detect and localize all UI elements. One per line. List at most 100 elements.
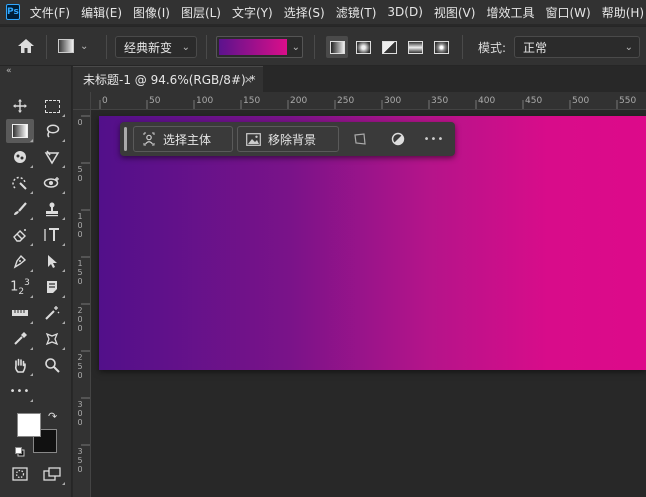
options-bar: ⌄ 经典新变 ⌄ ⌄ 模式: 正常 ⌄ (0, 26, 646, 66)
screen-mode-icon[interactable] (38, 462, 66, 486)
spot-healing-tool-icon[interactable] (6, 171, 34, 195)
radial-gradient-button[interactable] (352, 36, 374, 58)
linear-gradient-button[interactable] (326, 36, 348, 58)
ruler-origin[interactable] (73, 92, 91, 110)
document-tab[interactable]: 未标题-1 @ 94.6%(RGB/8#) * × (73, 66, 263, 92)
mode-label: 模式: (478, 41, 507, 55)
menu-bar: Ps 文件(F) 编辑(E) 图像(I) 图层(L) 文字(Y) 选择(S) 滤… (0, 0, 646, 24)
eyedropper-tool-icon[interactable] (6, 327, 34, 351)
ruler-label: 0 (102, 96, 108, 106)
move-tool-icon[interactable] (6, 94, 34, 118)
ruler-label: 150 (77, 259, 83, 286)
drag-handle[interactable] (124, 127, 127, 151)
gradient-tool-icon[interactable] (6, 119, 34, 143)
home-icon[interactable] (16, 37, 36, 55)
eraser-tool-icon[interactable] (6, 223, 34, 247)
gradient-picker[interactable]: ⌄ (216, 36, 303, 58)
more-tools-label: ••• (9, 385, 31, 397)
zoom-tool-icon[interactable] (38, 353, 66, 377)
eye-tool-icon[interactable] (38, 171, 66, 195)
ruler-label: 400 (478, 96, 496, 106)
chevron-down-icon: ⌄ (181, 41, 190, 53)
ruler-label: 300 (77, 400, 83, 427)
gradient-preset-dropdown[interactable]: 经典新变 ⌄ (115, 36, 197, 58)
document-tab-bar: 未标题-1 @ 94.6%(RGB/8#) * × (73, 66, 646, 92)
angle-gradient-icon (381, 40, 397, 54)
collapse-panel-icon[interactable]: « (6, 66, 12, 76)
ruler-tool-icon[interactable] (6, 301, 34, 325)
marquee-tool-icon[interactable] (38, 94, 66, 118)
remove-background-button[interactable]: 移除背景 (237, 126, 339, 152)
ruler-label: 550 (619, 96, 637, 106)
path-selection-tool-icon[interactable] (38, 249, 66, 273)
ruler-label: 300 (384, 96, 402, 106)
image-icon (246, 132, 261, 146)
menu-layer[interactable]: 图层(L) (181, 4, 221, 21)
diamond-gradient-icon (433, 40, 449, 54)
menu-filter[interactable]: 滤镜(T) (336, 4, 377, 21)
person-icon (143, 132, 155, 146)
menu-type[interactable]: 文字(Y) (232, 4, 273, 21)
transform-icon[interactable] (352, 131, 368, 147)
tool-preset-picker[interactable]: ⌄ (58, 36, 98, 56)
more-tools-icon[interactable]: ••• (6, 379, 34, 403)
ruler-label: 100 (196, 96, 214, 106)
diamond-gradient-button[interactable] (430, 36, 452, 58)
ruler-label: 0 (77, 118, 83, 127)
menu-file[interactable]: 文件(F) (30, 4, 70, 21)
object-selection-tool-icon[interactable] (6, 145, 34, 169)
tools-panel: « 123 ••• ↷ (0, 66, 72, 497)
puppet-warp-tool-icon[interactable] (38, 327, 66, 351)
reflected-gradient-icon (407, 40, 423, 54)
crop-tool-icon[interactable] (38, 145, 66, 169)
type-tool-icon[interactable] (38, 223, 66, 247)
ruler-label: 200 (77, 306, 83, 333)
default-colors-icon[interactable] (15, 442, 25, 457)
document-tab-title: 未标题-1 @ 94.6%(RGB/8#) * (83, 73, 256, 87)
menu-select[interactable]: 选择(S) (284, 4, 325, 21)
pen-tool-icon[interactable] (6, 249, 34, 273)
swap-colors-icon[interactable]: ↷ (48, 410, 57, 423)
ruler-label: 100 (77, 212, 83, 239)
clone-stamp-tool-icon[interactable] (38, 197, 66, 221)
note-tool-icon[interactable] (38, 275, 66, 299)
ruler-label: 500 (572, 96, 590, 106)
chevron-down-icon: ⌄ (291, 41, 300, 53)
blend-mode-dropdown[interactable]: 正常 ⌄ (514, 36, 640, 58)
gradient-preset-label: 经典新变 (124, 40, 173, 55)
lasso-tool-icon[interactable] (38, 119, 66, 143)
reflected-gradient-button[interactable] (404, 36, 426, 58)
chevron-down-icon: ⌄ (80, 40, 89, 52)
hand-tool-icon[interactable] (6, 353, 34, 377)
menu-help[interactable]: 帮助(H) (602, 4, 644, 21)
menu-image[interactable]: 图像(I) (133, 4, 170, 21)
vertical-ruler: 0 50 100 150 200 250 300 350 (73, 110, 91, 497)
menu-view[interactable]: 视图(V) (434, 4, 476, 21)
menu-plugins[interactable]: 增效工具 (486, 4, 534, 21)
horizontal-ruler: 0 50 100 150 200 250 300 350 400 450 500… (73, 92, 646, 110)
chevron-down-icon: ⌄ (624, 41, 633, 53)
select-subject-button[interactable]: 选择主体 (133, 126, 233, 152)
adjustment-icon[interactable] (390, 131, 406, 147)
close-icon[interactable]: × (244, 73, 253, 86)
brush-tool-icon[interactable] (6, 197, 34, 221)
menu-edit[interactable]: 编辑(E) (81, 4, 122, 21)
ruler-label: 350 (431, 96, 449, 106)
menu-3d[interactable]: 3D(D) (387, 5, 422, 19)
remove-background-label: 移除背景 (268, 132, 317, 147)
angle-gradient-button[interactable] (378, 36, 400, 58)
foreground-color-swatch[interactable] (17, 413, 41, 437)
ruler-label: 450 (525, 96, 543, 106)
ruler-label: 350 (77, 447, 83, 474)
more-options-icon[interactable]: ••• (424, 131, 444, 147)
magic-wand-tool-icon[interactable] (38, 301, 66, 325)
radial-gradient-icon (355, 40, 371, 54)
photoshop-logo: Ps (6, 4, 20, 20)
ruler-label: 150 (243, 96, 261, 106)
menu-window[interactable]: 窗口(W) (545, 4, 590, 21)
count-tool-icon[interactable]: 123 (6, 275, 34, 299)
ruler-label: 200 (290, 96, 308, 106)
gradient-swatch[interactable] (219, 39, 287, 55)
quick-mask-icon[interactable] (6, 462, 34, 486)
gradient-tool-icon (58, 39, 74, 53)
